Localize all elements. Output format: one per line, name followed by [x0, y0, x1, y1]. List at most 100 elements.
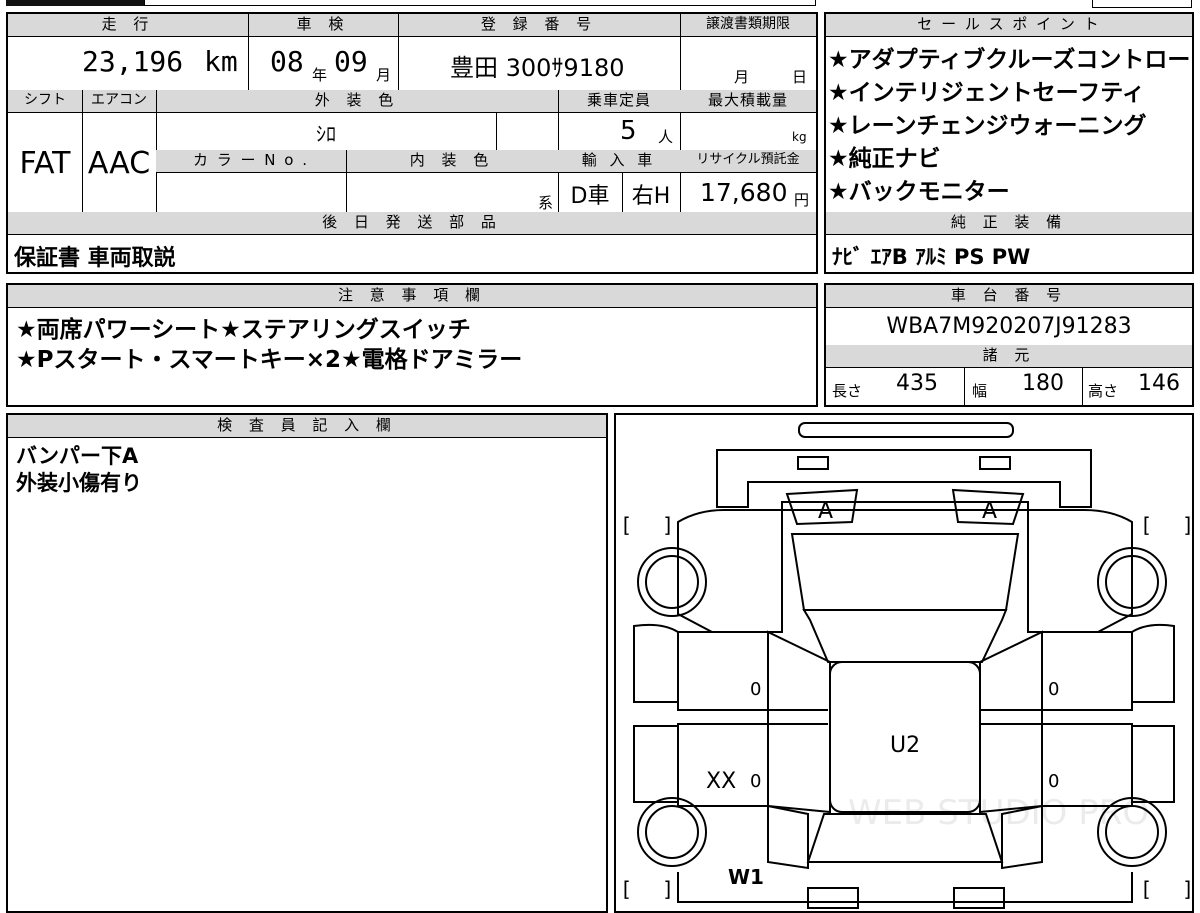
inspection-year: 08 — [270, 45, 304, 78]
sales-point-item: ★レーンチェンジウォーニング — [828, 113, 1147, 139]
chassis-no-cell: WBA7M920207J91283 — [826, 307, 1192, 345]
roof-mark: U2 — [890, 733, 921, 758]
front-left-mark: A — [818, 499, 834, 524]
left-front-door-mark: 0 — [750, 679, 762, 700]
aircon-value: AAC — [87, 146, 151, 181]
sales-points-header: セ ー ル ス ポ イ ン ト — [826, 14, 1192, 36]
svg-text:[: [ — [1140, 513, 1152, 537]
interior-color-header: 内 装 色 — [346, 150, 558, 172]
length-label: 長さ — [832, 382, 863, 400]
sales-points-list: ★アダプティブクルーズコントロー ★インテリジェントセーフティ ★レーンチェンジ… — [826, 44, 1192, 214]
shift-cell: FAT — [8, 112, 82, 212]
front-right-mark: A — [982, 499, 998, 524]
svg-text:[: [ — [620, 877, 632, 901]
mileage-header: 走 行 — [8, 14, 248, 36]
svg-text:]: ] — [662, 513, 674, 537]
registration-header: 登 録 番 号 — [398, 14, 680, 36]
specs-header: 諸 元 — [826, 345, 1192, 367]
left-rear-damage-mark: XX — [706, 769, 737, 794]
svg-text:[: [ — [1140, 877, 1152, 901]
sales-point-item: ★純正ナビ — [828, 146, 941, 172]
notes-header: 注 意 事 項 欄 — [8, 285, 816, 307]
capacity-header: 乗車定員 — [558, 90, 680, 112]
inspector-box: 検 査 員 記 入 欄 バンパー下A 外装小傷有り — [6, 413, 608, 913]
inspection-year-unit: 年 — [312, 66, 328, 84]
length-value: 435 — [896, 371, 938, 396]
import-header: 輸 入 車 — [558, 150, 680, 172]
right-rear-door-mark: 0 — [1048, 771, 1060, 792]
exterior-color-cell: ｼﾛ — [156, 112, 496, 150]
note-line: ★両席パワーシート★ステアリングスイッチ — [16, 317, 471, 343]
aircon-header: エアコン — [82, 90, 156, 112]
genuine-equipment-value: ﾅﾋﾞ ｴｱB ｱﾙﾐ PS PW — [832, 245, 1031, 269]
capacity-unit: 人 — [658, 128, 674, 146]
interior-color-cell: 系 — [346, 172, 558, 212]
capacity-value: 5 — [620, 116, 637, 146]
inspection-header: 車 検 — [248, 14, 398, 36]
aircon-cell: AAC — [82, 112, 156, 212]
mileage-cell: 23,196 km — [8, 36, 248, 90]
recycle-header: リサイクル預託金 — [680, 150, 816, 172]
top-right-tab — [1092, 0, 1192, 8]
height-label: 高さ — [1088, 382, 1119, 400]
chassis-no-value: WBA7M920207J91283 — [886, 314, 1132, 339]
chassis-no-header: 車 台 番 号 — [826, 285, 1192, 307]
inspector-line: バンパー下A — [16, 444, 139, 468]
inspector-header: 検 査 員 記 入 欄 — [8, 415, 606, 437]
car-outline-svg: [] [] [] [] — [620, 422, 1192, 909]
note-line: ★Pスタート・スマートキー×2★電格ドアミラー — [16, 347, 523, 373]
max-load-header: 最大積載量 — [680, 90, 816, 112]
right-front-door-mark: 0 — [1048, 679, 1060, 700]
specs-row: 長さ 435 幅 180 高さ 146 — [826, 367, 1192, 405]
svg-text:]: ] — [1182, 877, 1192, 901]
mileage-value: 23,196 — [82, 45, 184, 78]
notes-box: 注 意 事 項 欄 ★両席パワーシート★ステアリングスイッチ ★Pスタート・スマ… — [6, 283, 818, 407]
registration-cell: 豊田 300ｻ9180 — [398, 36, 680, 90]
svg-text:]: ] — [1182, 513, 1192, 537]
exterior-color-value: ｼﾛ — [316, 122, 336, 146]
interior-unit: 系 — [538, 194, 554, 212]
recycle-value: 17,680 — [700, 178, 788, 207]
transfer-deadline-cell: 月 日 — [680, 36, 816, 90]
transfer-deadline-header: 譲渡書類期限 — [680, 14, 816, 36]
handle-cell: 右H — [622, 172, 680, 212]
shift-header: シフト — [8, 90, 82, 112]
transfer-month: 月 — [734, 68, 750, 86]
later-parts-cell: 保証書 車両取説 — [8, 234, 816, 272]
sales-point-item: ★アダプティブクルーズコントロー — [828, 47, 1191, 73]
transfer-day: 日 — [792, 68, 808, 86]
inspection-month-unit: 月 — [376, 66, 392, 84]
left-rear-door-mark: 0 — [750, 771, 762, 792]
sales-point-item: ★インテリジェントセーフティ — [828, 80, 1145, 106]
color-no-header: カ ラ ー N o . — [156, 150, 346, 172]
inspector-notes: バンパー下A 外装小傷有り — [16, 443, 606, 523]
width-label: 幅 — [972, 382, 988, 400]
width-value: 180 — [1022, 371, 1064, 396]
import-type-value: D車 — [570, 184, 610, 209]
mileage-unit: km — [204, 45, 238, 78]
watermark: WEB STUDIO PRO — [848, 793, 1150, 833]
inspection-month: 09 — [334, 45, 368, 78]
sales-point-item: ★バックモニター — [828, 179, 1010, 205]
left-rear-bottom-mark: W1 — [728, 865, 764, 889]
import-type-cell: D車 — [558, 172, 622, 212]
vehicle-info-table: 走 行 車 検 登 録 番 号 譲渡書類期限 23,196 km 08 年 09… — [6, 12, 818, 274]
top-tab-strip — [6, 0, 816, 8]
shift-value: FAT — [19, 146, 71, 181]
registration-value: 豊田 300ｻ9180 — [450, 54, 625, 82]
height-value: 146 — [1138, 371, 1180, 396]
max-load-cell: kg — [680, 112, 816, 150]
later-parts-value: 保証書 車両取説 — [14, 246, 176, 271]
svg-text:[: [ — [620, 513, 632, 537]
notes-list: ★両席パワーシート★ステアリングスイッチ ★Pスタート・スマートキー×2★電格ド… — [16, 315, 816, 395]
genuine-equipment-cell: ﾅﾋﾞ ｴｱB ｱﾙﾐ PS PW — [826, 234, 1192, 272]
genuine-equipment-header: 純 正 装 備 — [826, 212, 1192, 234]
inspector-line: 外装小傷有り — [16, 471, 142, 495]
chassis-specs-box: 車 台 番 号 WBA7M920207J91283 諸 元 長さ 435 幅 1… — [824, 283, 1194, 407]
sales-points-box: セ ー ル ス ポ イ ン ト ★アダプティブクルーズコントロー ★インテリジェ… — [824, 12, 1194, 274]
exterior-color-header: 外 装 色 — [156, 90, 558, 112]
recycle-unit: 円 — [794, 191, 810, 209]
max-load-unit: kg — [792, 130, 807, 144]
later-parts-header: 後 日 発 送 部 品 — [8, 212, 816, 234]
car-damage-diagram: [] [] [] [] A A 0 0 0 0 U2 XX W1 WEB STU… — [614, 413, 1194, 913]
